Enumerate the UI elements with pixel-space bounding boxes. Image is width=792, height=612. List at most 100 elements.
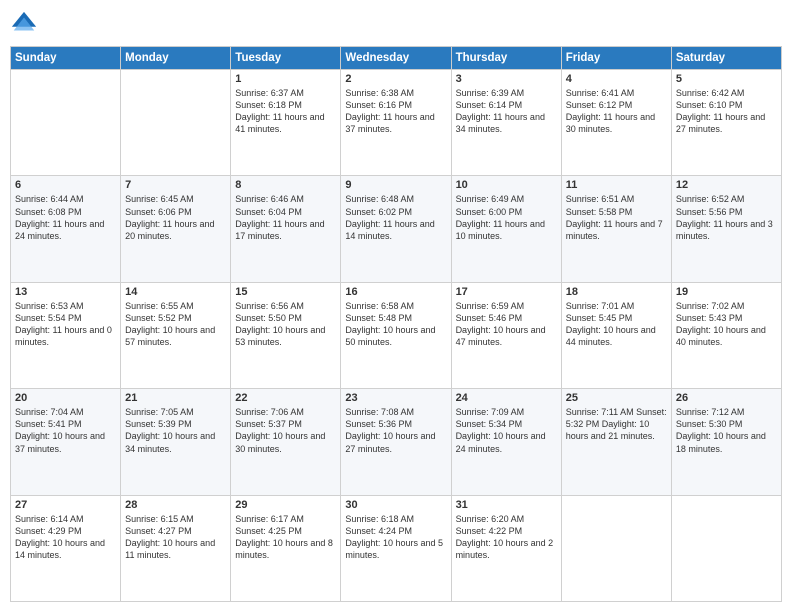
day-detail: Sunrise: 6:45 AM Sunset: 6:06 PM Dayligh… [125, 193, 226, 242]
day-cell: 17 Sunrise: 6:59 AM Sunset: 5:46 PM Dayli… [451, 282, 561, 388]
day-detail: Sunrise: 6:17 AM Sunset: 4:25 PM Dayligh… [235, 513, 336, 562]
day-number: 3 [456, 73, 557, 85]
day-detail: Sunrise: 7:09 AM Sunset: 5:34 PM Dayligh… [456, 406, 557, 455]
day-detail: Sunrise: 6:46 AM Sunset: 6:04 PM Dayligh… [235, 193, 336, 242]
page: SundayMondayTuesdayWednesdayThursdayFrid… [0, 0, 792, 612]
day-number: 25 [566, 392, 667, 404]
weekday-header-wednesday: Wednesday [341, 47, 451, 70]
day-number: 30 [345, 499, 446, 511]
header [10, 10, 782, 38]
day-detail: Sunrise: 6:59 AM Sunset: 5:46 PM Dayligh… [456, 300, 557, 349]
day-cell: 14Sunrise: 6:55 AM Sunset: 5:52 PM Dayli… [121, 282, 231, 388]
day-cell: 22 Sunrise: 7:06 AM Sunset: 5:37 PM Dayli… [231, 389, 341, 495]
day-number: 17 [456, 286, 557, 298]
weekday-header-thursday: Thursday [451, 47, 561, 70]
day-cell: 4 Sunrise: 6:41 AM Sunset: 6:12 PM Daylig… [561, 70, 671, 176]
day-detail: Sunrise: 6:14 AM Sunset: 4:29 PM Dayligh… [15, 513, 116, 562]
day-detail: Sunrise: 6:39 AM Sunset: 6:14 PM Dayligh… [456, 87, 557, 136]
day-detail: Sunrise: 6:51 AM Sunset: 5:58 PM Dayligh… [566, 193, 667, 242]
day-detail: Sunrise: 6:38 AM Sunset: 6:16 PM Dayligh… [345, 87, 446, 136]
day-cell: 30 Sunrise: 6:18 AM Sunset: 4:24 PM Dayli… [341, 495, 451, 601]
day-number: 4 [566, 73, 667, 85]
day-cell: 28Sunrise: 6:15 AM Sunset: 4:27 PM Dayli… [121, 495, 231, 601]
weekday-header-tuesday: Tuesday [231, 47, 341, 70]
calendar-table: SundayMondayTuesdayWednesdayThursdayFrid… [10, 46, 782, 602]
week-row-1: 1 Sunrise: 6:37 AM Sunset: 6:18 PM Daylig… [11, 70, 782, 176]
week-row-5: 27 Sunrise: 6:14 AM Sunset: 4:29 PM Dayli… [11, 495, 782, 601]
day-detail: Sunrise: 7:02 AM Sunset: 5:43 PM Dayligh… [676, 300, 777, 349]
day-number: 11 [566, 179, 667, 191]
day-cell: 13 Sunrise: 6:53 AM Sunset: 5:54 PM Dayli… [11, 282, 121, 388]
day-number: 27 [15, 499, 116, 511]
day-cell [121, 70, 231, 176]
day-cell: 9Sunrise: 6:48 AM Sunset: 6:02 PM Daylig… [341, 176, 451, 282]
day-cell: 11 Sunrise: 6:51 AM Sunset: 5:58 PM Dayli… [561, 176, 671, 282]
day-number: 26 [676, 392, 777, 404]
day-detail: Sunrise: 6:48 AM Sunset: 6:02 PM Dayligh… [345, 193, 446, 242]
day-cell: 1 Sunrise: 6:37 AM Sunset: 6:18 PM Daylig… [231, 70, 341, 176]
day-number: 12 [676, 179, 777, 191]
day-number: 22 [235, 392, 336, 404]
day-cell [11, 70, 121, 176]
day-number: 23 [345, 392, 446, 404]
logo [10, 10, 42, 38]
weekday-header-sunday: Sunday [11, 47, 121, 70]
day-detail: Sunrise: 6:37 AM Sunset: 6:18 PM Dayligh… [235, 87, 336, 136]
day-cell: 5Sunrise: 6:42 AM Sunset: 6:10 PM Daylig… [671, 70, 781, 176]
day-cell: 20 Sunrise: 7:04 AM Sunset: 5:41 PM Dayli… [11, 389, 121, 495]
day-detail: Sunrise: 6:44 AM Sunset: 6:08 PM Dayligh… [15, 193, 116, 242]
day-number: 5 [676, 73, 777, 85]
day-cell: 12Sunrise: 6:52 AM Sunset: 5:56 PM Dayli… [671, 176, 781, 282]
day-number: 10 [456, 179, 557, 191]
day-number: 6 [15, 179, 116, 191]
day-detail: Sunrise: 7:01 AM Sunset: 5:45 PM Dayligh… [566, 300, 667, 349]
day-number: 20 [15, 392, 116, 404]
day-cell: 19Sunrise: 7:02 AM Sunset: 5:43 PM Dayli… [671, 282, 781, 388]
day-number: 21 [125, 392, 226, 404]
day-cell: 10Sunrise: 6:49 AM Sunset: 6:00 PM Dayli… [451, 176, 561, 282]
day-detail: Sunrise: 6:15 AM Sunset: 4:27 PM Dayligh… [125, 513, 226, 562]
day-detail: Sunrise: 6:56 AM Sunset: 5:50 PM Dayligh… [235, 300, 336, 349]
week-row-3: 13 Sunrise: 6:53 AM Sunset: 5:54 PM Dayli… [11, 282, 782, 388]
day-cell: 25 Sunrise: 7:11 AM Sunset: 5:32 PM Dayli… [561, 389, 671, 495]
day-cell: 23Sunrise: 7:08 AM Sunset: 5:36 PM Dayli… [341, 389, 451, 495]
day-cell: 2Sunrise: 6:38 AM Sunset: 6:16 PM Daylig… [341, 70, 451, 176]
day-cell: 31 Sunrise: 6:20 AM Sunset: 4:22 PM Dayli… [451, 495, 561, 601]
day-cell: 29 Sunrise: 6:17 AM Sunset: 4:25 PM Dayli… [231, 495, 341, 601]
day-number: 1 [235, 73, 336, 85]
day-cell: 16Sunrise: 6:58 AM Sunset: 5:48 PM Dayli… [341, 282, 451, 388]
week-row-4: 20 Sunrise: 7:04 AM Sunset: 5:41 PM Dayli… [11, 389, 782, 495]
day-cell: 8 Sunrise: 6:46 AM Sunset: 6:04 PM Daylig… [231, 176, 341, 282]
day-number: 29 [235, 499, 336, 511]
day-detail: Sunrise: 7:12 AM Sunset: 5:30 PM Dayligh… [676, 406, 777, 455]
day-cell: 7 Sunrise: 6:45 AM Sunset: 6:06 PM Daylig… [121, 176, 231, 282]
day-number: 16 [345, 286, 446, 298]
day-number: 15 [235, 286, 336, 298]
weekday-header-monday: Monday [121, 47, 231, 70]
weekday-header-saturday: Saturday [671, 47, 781, 70]
day-cell: 26 Sunrise: 7:12 AM Sunset: 5:30 PM Dayli… [671, 389, 781, 495]
day-detail: Sunrise: 7:11 AM Sunset: 5:32 PM Dayligh… [566, 406, 667, 442]
day-cell: 27 Sunrise: 6:14 AM Sunset: 4:29 PM Dayli… [11, 495, 121, 601]
day-number: 24 [456, 392, 557, 404]
day-cell: 15 Sunrise: 6:56 AM Sunset: 5:50 PM Dayli… [231, 282, 341, 388]
day-number: 13 [15, 286, 116, 298]
day-cell [671, 495, 781, 601]
day-detail: Sunrise: 6:20 AM Sunset: 4:22 PM Dayligh… [456, 513, 557, 562]
logo-icon [10, 10, 38, 38]
day-cell: 6 Sunrise: 6:44 AM Sunset: 6:08 PM Daylig… [11, 176, 121, 282]
day-number: 7 [125, 179, 226, 191]
day-number: 31 [456, 499, 557, 511]
day-detail: Sunrise: 6:18 AM Sunset: 4:24 PM Dayligh… [345, 513, 446, 562]
day-detail: Sunrise: 7:04 AM Sunset: 5:41 PM Dayligh… [15, 406, 116, 455]
day-detail: Sunrise: 7:06 AM Sunset: 5:37 PM Dayligh… [235, 406, 336, 455]
weekday-header-row: SundayMondayTuesdayWednesdayThursdayFrid… [11, 47, 782, 70]
day-detail: Sunrise: 6:53 AM Sunset: 5:54 PM Dayligh… [15, 300, 116, 349]
weekday-header-friday: Friday [561, 47, 671, 70]
day-detail: Sunrise: 7:05 AM Sunset: 5:39 PM Dayligh… [125, 406, 226, 455]
day-cell: 24 Sunrise: 7:09 AM Sunset: 5:34 PM Dayli… [451, 389, 561, 495]
day-number: 14 [125, 286, 226, 298]
day-detail: Sunrise: 6:41 AM Sunset: 6:12 PM Dayligh… [566, 87, 667, 136]
day-cell: 18Sunrise: 7:01 AM Sunset: 5:45 PM Dayli… [561, 282, 671, 388]
day-number: 8 [235, 179, 336, 191]
